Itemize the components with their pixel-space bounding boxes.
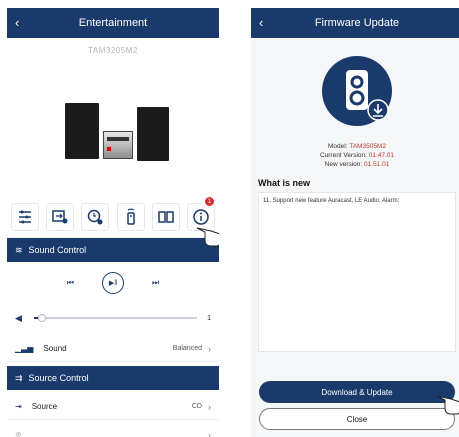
device-image xyxy=(7,55,219,205)
notification-badge: 1 xyxy=(205,197,214,206)
tab-equalizer[interactable] xyxy=(10,202,39,231)
play-pause-button[interactable]: ▶‖ xyxy=(102,272,124,294)
new-version-label: New version: xyxy=(324,161,363,168)
source-label: Source xyxy=(31,402,58,411)
back-button[interactable]: ‹ xyxy=(259,15,263,30)
new-version-value: 01.51.01 xyxy=(364,161,390,168)
sound-bars-icon: ▁▃▅ xyxy=(15,344,34,353)
previous-track-icon[interactable]: ⏮ xyxy=(67,278,74,288)
sound-row[interactable]: ▁▃▅ Sound Balanced › xyxy=(7,336,219,362)
tab-source-settings[interactable] xyxy=(45,202,74,231)
hand-pointer-icon xyxy=(196,227,219,247)
version-info: Model: TAM3505M2 Current Version: 01.47.… xyxy=(251,142,459,169)
next-track-icon[interactable]: ⏭ xyxy=(152,278,159,288)
current-version-label: Current Version: xyxy=(319,152,367,159)
page-title: Entertainment xyxy=(78,17,148,29)
entertainment-header: ‹ Entertainment xyxy=(7,8,219,38)
speaker-logo-icon xyxy=(322,56,392,126)
model-label: Model: xyxy=(328,143,348,150)
firmware-update-screen: ‹ Firmware Update Model: TAM3505M2 Curre… xyxy=(251,8,459,437)
firmware-header: ‹ Firmware Update xyxy=(251,8,459,38)
source-value: CD xyxy=(191,403,202,410)
release-notes: 11, Support new feature Auracast, LE Aud… xyxy=(258,192,456,352)
screenshot: ‹ Entertainment TAM3205M2 1 ≋ Sound Cont… xyxy=(0,0,459,437)
sound-control-icon: ≋ xyxy=(15,244,23,255)
faded-icon: ⊕ xyxy=(15,430,22,437)
back-button[interactable]: ‹ xyxy=(15,15,19,30)
remote-icon xyxy=(126,208,135,225)
chevron-right-icon: › xyxy=(208,429,211,437)
tab-timer-settings[interactable] xyxy=(81,202,110,231)
whats-new-title: What is new xyxy=(258,178,311,188)
faded-row: ⊕ › xyxy=(7,422,219,437)
tab-manual[interactable] xyxy=(151,202,180,231)
sound-control-header: ≋ Sound Control xyxy=(7,238,219,262)
sound-label: Sound xyxy=(43,344,67,353)
source-control-title: Source Control xyxy=(28,373,89,383)
source-control-icon: ⇉ xyxy=(15,372,23,383)
current-version-value: 01.47.01 xyxy=(368,152,395,159)
model-value: TAM3505M2 xyxy=(349,143,386,150)
chevron-right-icon: › xyxy=(208,401,211,412)
source-settings-icon xyxy=(52,209,68,223)
feature-tab-bar xyxy=(7,196,219,238)
entertainment-screen: ‹ Entertainment TAM3205M2 1 ≋ Sound Cont… xyxy=(7,8,219,437)
tab-remote[interactable] xyxy=(116,202,145,231)
sound-value: Balanced xyxy=(172,345,202,352)
book-icon xyxy=(158,210,174,223)
equalizer-icon xyxy=(18,210,31,223)
chevron-right-icon: › xyxy=(208,343,211,354)
page-title: Firmware Update xyxy=(314,17,400,29)
volume-value: 1 xyxy=(207,314,211,322)
hand-pointer-icon xyxy=(436,395,459,415)
source-control-header: ⇉ Source Control xyxy=(7,366,219,390)
play-pause-icon: ▶‖ xyxy=(108,280,118,287)
speaker-icon xyxy=(346,70,389,121)
device-model-name: TAM3205M2 xyxy=(88,46,138,55)
playback-controls: ⏮ ▶‖ ⏭ xyxy=(7,263,219,303)
volume-slider[interactable] xyxy=(33,314,198,322)
speaker-icon: ◀ xyxy=(15,312,22,323)
download-update-button[interactable]: Download & Update xyxy=(259,381,455,403)
source-icon: ⇥ xyxy=(15,402,22,411)
sound-control-title: Sound Control xyxy=(28,245,87,255)
close-button[interactable]: Close xyxy=(259,408,455,430)
volume-thumb[interactable] xyxy=(38,314,47,322)
volume-row: ◀ 1 xyxy=(7,308,219,328)
timer-settings-icon xyxy=(88,209,103,224)
source-row[interactable]: ⇥ Source CD › xyxy=(7,394,219,420)
